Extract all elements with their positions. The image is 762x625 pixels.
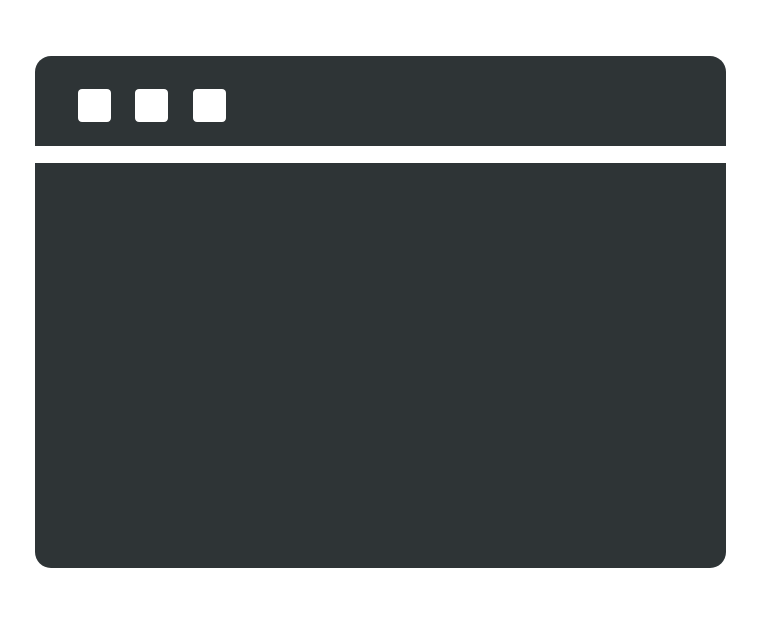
window-button-2-icon — [135, 89, 168, 122]
window-content-area — [35, 163, 726, 568]
browser-window-icon — [35, 56, 726, 568]
window-button-3-icon — [193, 89, 226, 122]
title-bar-divider — [35, 146, 726, 163]
window-button-1-icon — [78, 89, 111, 122]
page — [0, 0, 762, 625]
window-title-bar — [35, 56, 726, 146]
